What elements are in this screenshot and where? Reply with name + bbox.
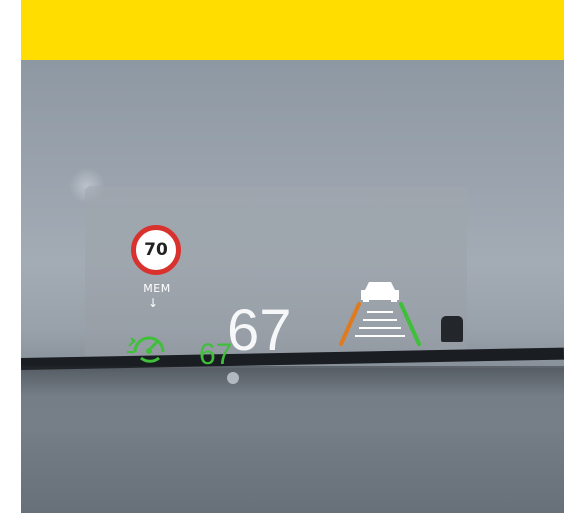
dashboard-bump	[441, 316, 463, 342]
mem-label: MEM	[143, 282, 171, 295]
dashboard-shadow	[21, 366, 564, 396]
mem-arrow-icon: ↓	[148, 296, 159, 310]
cruise-set-speed: 67	[199, 338, 233, 371]
current-speed: 67	[227, 298, 292, 363]
speed-limit-value: 70	[144, 240, 168, 260]
windshield-scene: 70 MEM ↓ 67 67	[21, 60, 564, 513]
reflection-dot	[227, 372, 239, 384]
lane-assist-car-icon	[339, 282, 421, 346]
yellow-banner	[21, 0, 564, 60]
photo-frame: 70 MEM ↓ 67 67	[21, 0, 564, 513]
cruise-control-icon	[127, 336, 165, 363]
speed-limit-sign-icon: 70	[131, 225, 181, 275]
